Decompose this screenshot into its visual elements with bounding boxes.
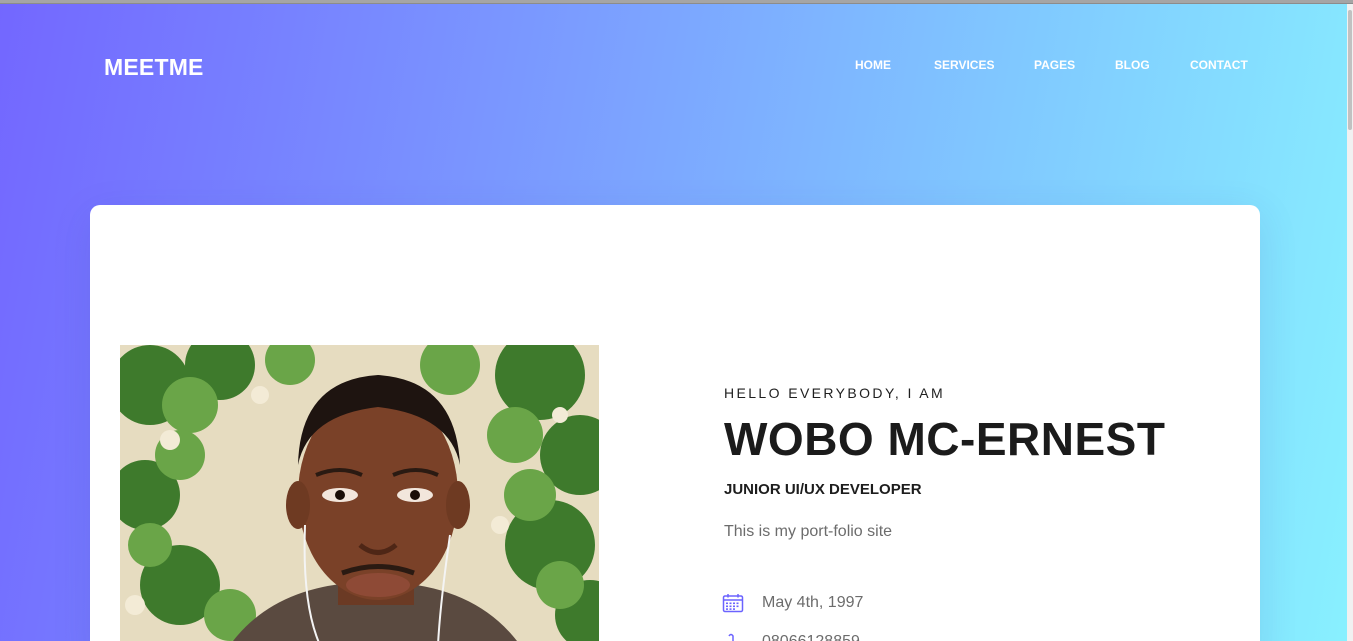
main-nav: HOME SERVICES PAGES BLOG CONTACT (0, 58, 1353, 74)
intro-section: HELLO EVERYBODY, I AM WOBO MC-ERNEST JUN… (724, 385, 1224, 541)
page: MEETME HOME SERVICES PAGES BLOG CONTACT (0, 0, 1353, 641)
calendar-icon (722, 593, 744, 613)
phone-icon (722, 632, 744, 641)
profile-photo (120, 345, 599, 641)
browser-top-border (0, 0, 1353, 4)
phone-value: 08066128859 (762, 633, 860, 641)
nav-blog[interactable]: BLOG (1115, 58, 1150, 72)
profile-name: WOBO MC-ERNEST (724, 413, 1166, 465)
profile-role: JUNIOR UI/UX DEVELOPER (724, 481, 922, 498)
info-birthdate: May 4th, 1997 (722, 593, 863, 613)
scrollbar-thumb[interactable] (1348, 10, 1352, 130)
vertical-scrollbar[interactable] (1347, 4, 1353, 641)
nav-services[interactable]: SERVICES (934, 58, 994, 72)
nav-pages[interactable]: PAGES (1034, 58, 1075, 72)
profile-tagline: This is my port-folio site (724, 523, 893, 540)
greeting-text: HELLO EVERYBODY, I AM (724, 385, 946, 401)
nav-home[interactable]: HOME (855, 58, 891, 72)
birthdate-value: May 4th, 1997 (762, 594, 864, 611)
profile-card: HELLO EVERYBODY, I AM WOBO MC-ERNEST JUN… (90, 205, 1260, 641)
nav-contact[interactable]: CONTACT (1190, 58, 1248, 72)
info-phone: 08066128859 (722, 632, 860, 641)
